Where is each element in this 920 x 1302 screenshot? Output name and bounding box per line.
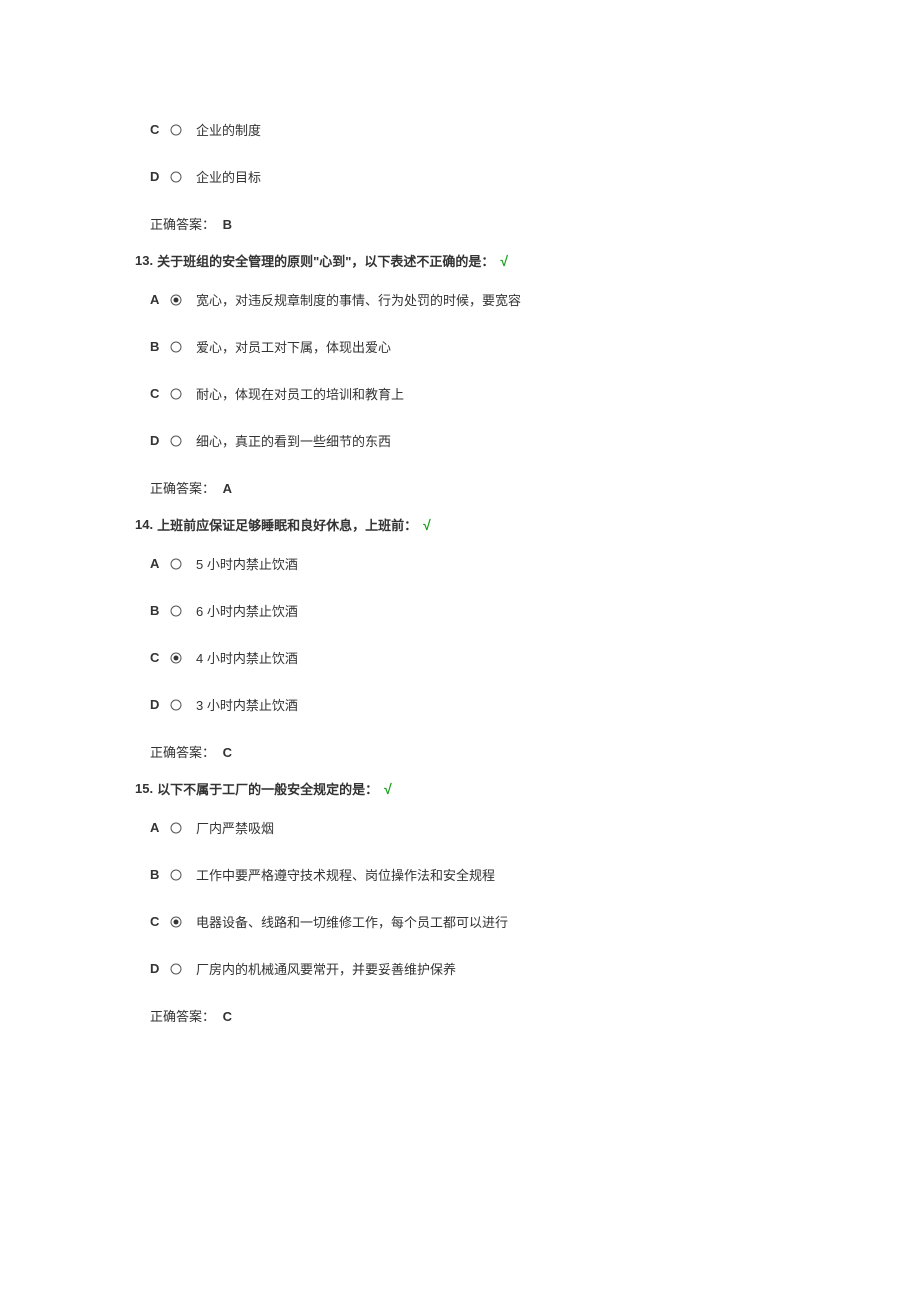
option-letter: C [150, 914, 166, 929]
quiz-page: C 企业的制度 D 企业的目标 正确答案： B 13. 关于班组的安全管理的原则… [0, 0, 920, 1243]
option-letter: D [150, 697, 166, 712]
option-text: 细心，真正的看到一些细节的东西 [196, 431, 391, 450]
correct-answer: 正确答案： C [150, 1006, 770, 1025]
answer-value: B [223, 217, 232, 232]
question-text: 以下不属于工厂的一般安全规定的是： [157, 779, 378, 798]
option-text: 耐心，体现在对员工的培训和教育上 [196, 384, 404, 403]
answer-label: 正确答案： [150, 1009, 215, 1024]
radio-unselected-icon[interactable] [170, 435, 182, 447]
radio-unselected-icon[interactable] [170, 869, 182, 881]
option-text: 企业的目标 [196, 167, 261, 186]
question-number: 14. [135, 517, 153, 532]
radio-unselected-icon[interactable] [170, 341, 182, 353]
question-number: 13. [135, 253, 153, 268]
option-letter: B [150, 603, 166, 618]
radio-unselected-icon[interactable] [170, 963, 182, 975]
option-text: 宽心，对违反规章制度的事情、行为处罚的时候，要宽容 [196, 290, 521, 309]
answer-label: 正确答案： [150, 745, 215, 760]
option-letter: C [150, 386, 166, 401]
question-13: 13. 关于班组的安全管理的原则"心到"，以下表述不正确的是： √ [135, 251, 770, 270]
option-letter: D [150, 169, 166, 184]
option-text: 爱心，对员工对下属，体现出爱心 [196, 337, 391, 356]
option-text: 6 小时内禁止饮酒 [196, 601, 298, 620]
check-icon: √ [423, 517, 431, 533]
radio-unselected-icon[interactable] [170, 605, 182, 617]
option-letter: D [150, 433, 166, 448]
option-text: 厂房内的机械通风要常开，并要妥善维护保养 [196, 959, 456, 978]
option-row: B 爱心，对员工对下属，体现出爱心 [150, 337, 770, 356]
correct-answer: 正确答案： C [150, 742, 770, 761]
option-row: D 细心，真正的看到一些细节的东西 [150, 431, 770, 450]
radio-unselected-icon[interactable] [170, 558, 182, 570]
option-row: A 厂内严禁吸烟 [150, 818, 770, 837]
option-text: 工作中要严格遵守技术规程、岗位操作法和安全规程 [196, 865, 495, 884]
option-letter: B [150, 867, 166, 882]
radio-unselected-icon[interactable] [170, 699, 182, 711]
option-letter: A [150, 820, 166, 835]
check-icon: √ [384, 781, 392, 797]
option-row: C 电器设备、线路和一切维修工作，每个员工都可以进行 [150, 912, 770, 931]
option-text: 4 小时内禁止饮酒 [196, 648, 298, 667]
radio-unselected-icon[interactable] [170, 822, 182, 834]
option-row: D 厂房内的机械通风要常开，并要妥善维护保养 [150, 959, 770, 978]
option-row: B 工作中要严格遵守技术规程、岗位操作法和安全规程 [150, 865, 770, 884]
option-row: B 6 小时内禁止饮酒 [150, 601, 770, 620]
option-text: 厂内严禁吸烟 [196, 818, 274, 837]
check-icon: √ [500, 253, 508, 269]
option-letter: A [150, 292, 166, 307]
radio-unselected-icon[interactable] [170, 124, 182, 136]
answer-value: C [223, 745, 232, 760]
option-letter: C [150, 650, 166, 665]
radio-unselected-icon[interactable] [170, 171, 182, 183]
option-letter: D [150, 961, 166, 976]
option-text: 3 小时内禁止饮酒 [196, 695, 298, 714]
answer-value: C [223, 1009, 232, 1024]
option-row: C 4 小时内禁止饮酒 [150, 648, 770, 667]
correct-answer: 正确答案： B [150, 214, 770, 233]
option-row: D 企业的目标 [150, 167, 770, 186]
option-letter: C [150, 122, 166, 137]
answer-label: 正确答案： [150, 481, 215, 496]
option-text: 企业的制度 [196, 120, 261, 139]
option-text: 电器设备、线路和一切维修工作，每个员工都可以进行 [196, 912, 508, 931]
question-15: 15. 以下不属于工厂的一般安全规定的是： √ [135, 779, 770, 798]
question-14: 14. 上班前应保证足够睡眠和良好休息，上班前： √ [135, 515, 770, 534]
option-text: 5 小时内禁止饮酒 [196, 554, 298, 573]
radio-selected-icon[interactable] [170, 294, 182, 306]
radio-selected-icon[interactable] [170, 916, 182, 928]
answer-label: 正确答案： [150, 217, 215, 232]
option-row: A 5 小时内禁止饮酒 [150, 554, 770, 573]
option-letter: B [150, 339, 166, 354]
option-row: A 宽心，对违反规章制度的事情、行为处罚的时候，要宽容 [150, 290, 770, 309]
question-text: 关于班组的安全管理的原则"心到"，以下表述不正确的是： [157, 251, 494, 270]
option-letter: A [150, 556, 166, 571]
option-row: D 3 小时内禁止饮酒 [150, 695, 770, 714]
radio-selected-icon[interactable] [170, 652, 182, 664]
question-number: 15. [135, 781, 153, 796]
question-text: 上班前应保证足够睡眠和良好休息，上班前： [157, 515, 417, 534]
correct-answer: 正确答案： A [150, 478, 770, 497]
option-row: C 企业的制度 [150, 120, 770, 139]
answer-value: A [223, 481, 232, 496]
option-row: C 耐心，体现在对员工的培训和教育上 [150, 384, 770, 403]
radio-unselected-icon[interactable] [170, 388, 182, 400]
